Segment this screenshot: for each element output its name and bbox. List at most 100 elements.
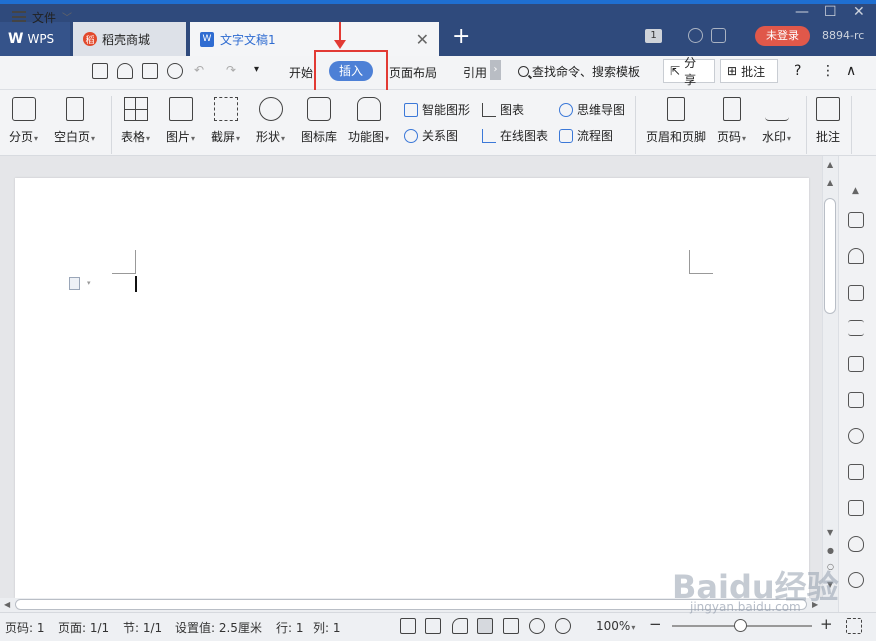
page-count-badge[interactable]: 1: [645, 29, 662, 43]
paragraph-layout-chevron-icon[interactable]: ▾: [87, 279, 91, 287]
document-page[interactable]: [15, 178, 809, 598]
menu-references[interactable]: 引用: [463, 64, 487, 81]
cloud-sync-icon[interactable]: [688, 28, 703, 43]
status-col[interactable]: 列: 1: [313, 619, 341, 636]
share-button[interactable]: ⇱ 分享: [663, 56, 715, 87]
web-view-icon[interactable]: [529, 618, 545, 634]
picture-button[interactable]: 图片▾: [166, 97, 195, 145]
shield-icon[interactable]: [848, 536, 864, 552]
fullscreen-icon[interactable]: [400, 618, 416, 634]
scroll-down-icon[interactable]: ▼: [827, 528, 833, 537]
save-icon[interactable]: [92, 63, 108, 79]
zoom-out-icon[interactable]: −: [649, 615, 662, 633]
blank-page-icon: [65, 97, 84, 121]
maximize-icon[interactable]: ☐: [824, 4, 837, 20]
header-footer-button[interactable]: 页眉和页脚: [646, 97, 706, 145]
more-icon[interactable]: ⋮: [821, 63, 835, 79]
more-tabs-arrow[interactable]: ›: [490, 60, 501, 80]
page-view-icon[interactable]: [477, 618, 493, 634]
format-painter-icon[interactable]: [117, 63, 133, 79]
page-break-label: 分页: [9, 130, 34, 144]
page-number-icon: [722, 97, 741, 121]
zoom-in-icon[interactable]: +: [820, 615, 833, 633]
collaborate-icon[interactable]: [711, 28, 726, 43]
minimize-icon[interactable]: —: [795, 4, 809, 20]
status-row[interactable]: 行: 1: [276, 619, 304, 636]
function-chart-button[interactable]: 功能图▾: [348, 97, 389, 145]
style-icon[interactable]: [848, 212, 864, 228]
relation-chart-icon: [404, 128, 418, 143]
outline-view-icon[interactable]: [503, 618, 519, 634]
properties-icon[interactable]: [848, 320, 864, 336]
chart-label: 图表: [500, 103, 525, 117]
flowchart-button[interactable]: 流程图: [559, 127, 613, 144]
print-preview-icon[interactable]: [167, 63, 183, 79]
close-window-icon[interactable]: ✕: [853, 4, 865, 20]
new-tab-button[interactable]: +: [452, 24, 470, 49]
print-icon[interactable]: [142, 63, 158, 79]
hamburger-icon[interactable]: [12, 11, 26, 22]
shape-button[interactable]: 形状▾: [256, 97, 285, 145]
picture-panel-icon[interactable]: [848, 500, 864, 516]
status-pages[interactable]: 页面: 1/1: [58, 619, 109, 636]
prev-page-icon[interactable]: ●: [827, 546, 834, 555]
status-setting[interactable]: 设置值: 2.5厘米: [175, 619, 262, 636]
online-chart-button[interactable]: 在线图表: [482, 127, 548, 144]
relation-chart-button[interactable]: 关系图: [404, 127, 458, 144]
customize-chevron-icon[interactable]: ▾: [254, 64, 259, 75]
archive-icon[interactable]: [848, 464, 864, 480]
collapse-ribbon-icon[interactable]: ∧: [846, 63, 856, 79]
close-tab-icon[interactable]: ✕: [416, 30, 429, 49]
fill-icon[interactable]: [848, 248, 864, 264]
login-button[interactable]: 未登录: [755, 26, 810, 46]
text-cursor: [135, 276, 137, 292]
image-library-icon[interactable]: [848, 356, 864, 372]
help-icon[interactable]: ?: [794, 63, 801, 79]
eye-protection-icon[interactable]: [555, 618, 571, 634]
watermark-button[interactable]: 水印▾: [762, 97, 791, 145]
blank-page-button[interactable]: 空白页▾: [54, 97, 95, 145]
read-mode-icon[interactable]: [425, 618, 441, 634]
mind-map-button[interactable]: 思维导图: [559, 101, 625, 118]
status-page-number[interactable]: 页码: 1: [5, 619, 45, 636]
status-section[interactable]: 节: 1/1: [123, 619, 162, 636]
tab-wps[interactable]: W WPS: [0, 22, 70, 56]
scroll-top-icon[interactable]: ▲: [827, 178, 833, 187]
file-chevron-icon[interactable]: ﹀: [62, 9, 72, 24]
translate-icon[interactable]: [848, 428, 864, 444]
menu-start[interactable]: 开始: [289, 64, 313, 81]
screenshot-button[interactable]: 截屏▾: [211, 97, 240, 145]
tab-docer-store[interactable]: 稻 稻壳商城: [73, 22, 186, 56]
fit-page-icon[interactable]: [846, 618, 862, 634]
scroll-up-icon[interactable]: ▲: [827, 160, 833, 169]
vertical-scroll-thumb[interactable]: [824, 198, 836, 314]
page-number-button[interactable]: 页码▾: [717, 97, 746, 145]
zoom-slider-thumb[interactable]: [734, 619, 747, 632]
tab-wps-label: WPS: [27, 32, 55, 46]
zoom-level[interactable]: 100%▾: [596, 619, 635, 633]
paragraph-layout-icon[interactable]: [69, 277, 80, 290]
undo-icon[interactable]: ↶: [194, 63, 204, 77]
smart-art-icon: [404, 102, 418, 117]
redo-icon[interactable]: ↷: [226, 63, 236, 77]
scroll-left-icon[interactable]: ◀: [4, 600, 10, 609]
comment-ribbon-button[interactable]: 批注: [816, 97, 840, 145]
export-icon[interactable]: [848, 392, 864, 408]
icon-library-button[interactable]: 图标库: [301, 97, 337, 145]
tab-docer-label: 稻壳商城: [102, 32, 151, 47]
comment-button[interactable]: ⊞ 批注: [720, 59, 778, 83]
menu-page-layout[interactable]: 页面布局: [389, 64, 437, 81]
mind-map-icon: [559, 102, 573, 117]
sidebar-collapse-icon[interactable]: ▲: [852, 186, 859, 196]
history-icon[interactable]: [848, 572, 864, 588]
table-button[interactable]: 表格▾: [121, 97, 150, 145]
blank-page-label: 空白页: [54, 130, 91, 144]
table-style-icon[interactable]: [848, 285, 864, 301]
search-commands[interactable]: 查找命令、搜索模板: [518, 63, 640, 80]
chart-button[interactable]: 图表: [482, 101, 524, 118]
menu-file[interactable]: 文件: [32, 9, 56, 26]
smart-art-button[interactable]: 智能图形: [404, 101, 470, 118]
page-break-button[interactable]: 分页▾: [9, 97, 38, 145]
comment-ribbon-label: 批注: [816, 130, 841, 144]
write-mode-icon[interactable]: [452, 618, 468, 634]
